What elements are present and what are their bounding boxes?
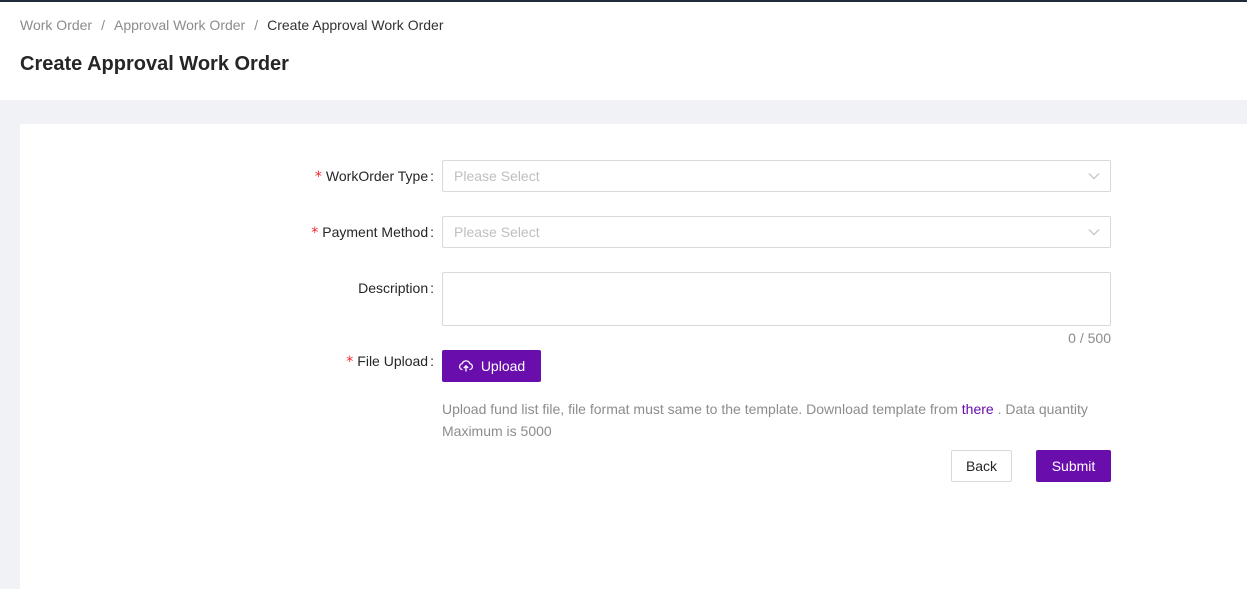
back-button[interactable]: Back <box>951 450 1012 482</box>
form-label: Description: <box>20 272 442 304</box>
form-label: * WorkOrder Type: <box>20 160 442 193</box>
workorder-type-select[interactable]: Please Select <box>442 160 1111 192</box>
description-textarea[interactable] <box>442 272 1111 326</box>
upload-hint: Upload fund list file, file format must … <box>442 398 1112 442</box>
select-placeholder: Please Select <box>454 224 540 240</box>
form-row-description: Description: 0 / 500 <box>20 272 1111 346</box>
breadcrumb: Work Order / Approval Work Order / Creat… <box>20 17 443 33</box>
description-field-wrapper: 0 / 500 <box>442 272 1111 346</box>
form-label: * File Upload: <box>20 350 442 373</box>
required-mark: * <box>311 225 319 241</box>
select-placeholder: Please Select <box>454 168 540 184</box>
upload-button-label: Upload <box>480 358 526 374</box>
label-colon: : <box>430 224 434 240</box>
form-row-file-upload: * File Upload: Upload Upload fund list fi… <box>20 350 1112 442</box>
required-mark: * <box>346 354 354 370</box>
label-colon: : <box>430 168 434 184</box>
breadcrumb-separator: / <box>254 17 259 33</box>
submit-button[interactable]: Submit <box>1036 450 1111 482</box>
form-label: * Payment Method: <box>20 216 442 249</box>
workorder-type-label: WorkOrder Type <box>325 168 429 184</box>
breadcrumb-item-approval-work-order[interactable]: Approval Work Order <box>114 17 245 33</box>
file-upload-label: File Upload <box>357 353 429 369</box>
required-mark: * <box>314 169 322 185</box>
cloud-upload-icon <box>458 360 473 372</box>
description-char-counter: 0 / 500 <box>1068 330 1111 346</box>
page-header: Work Order / Approval Work Order / Creat… <box>0 2 1247 100</box>
chevron-down-icon <box>1088 173 1100 180</box>
download-template-link[interactable]: there <box>962 401 994 417</box>
upload-hint-text: Upload fund list file, file format must … <box>442 401 962 417</box>
description-label: Description <box>358 280 429 296</box>
payment-method-label: Payment Method <box>322 224 429 240</box>
upload-button[interactable]: Upload <box>442 350 541 382</box>
breadcrumb-item-current: Create Approval Work Order <box>267 17 444 33</box>
chevron-down-icon <box>1088 229 1100 236</box>
breadcrumb-item-work-order[interactable]: Work Order <box>20 17 92 33</box>
file-upload-field: Upload Upload fund list file, file forma… <box>442 350 1112 442</box>
page-title: Create Approval Work Order <box>20 53 289 75</box>
payment-method-select[interactable]: Please Select <box>442 216 1111 248</box>
form-card: * WorkOrder Type: Please Select * Payment … <box>20 124 1247 589</box>
form-row-payment-method: * Payment Method: Please Select <box>20 216 1111 249</box>
breadcrumb-separator: / <box>101 17 105 33</box>
label-colon: : <box>430 280 434 296</box>
label-colon: : <box>430 353 434 369</box>
form-row-workorder-type: * WorkOrder Type: Please Select <box>20 160 1111 193</box>
